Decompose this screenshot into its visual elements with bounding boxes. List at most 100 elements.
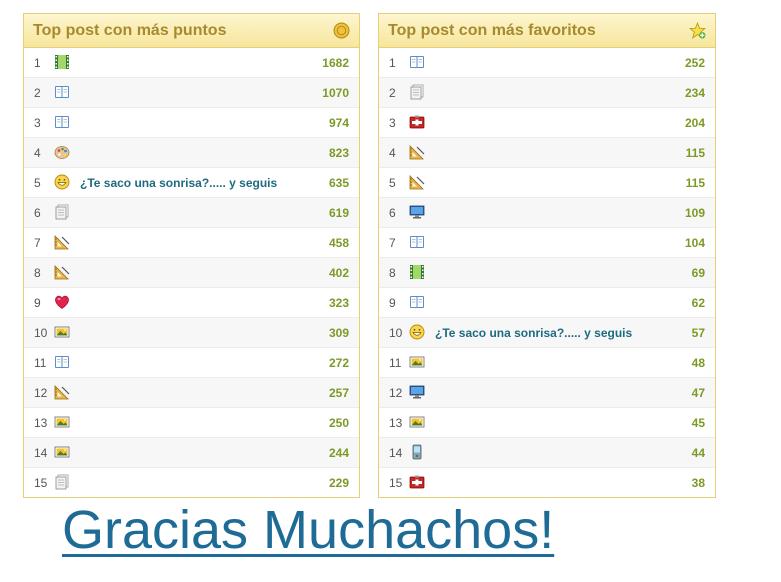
list-item[interactable]: 8 402 xyxy=(24,258,359,288)
score-value: 309 xyxy=(328,326,349,340)
ruler-icon xyxy=(54,265,70,280)
score-value: 823 xyxy=(328,146,349,160)
score-value: 204 xyxy=(684,116,705,130)
score-value: 458 xyxy=(328,236,349,250)
score-value: 57 xyxy=(691,326,705,340)
score-value: 974 xyxy=(328,116,349,130)
list-item[interactable]: 10 ¿Te saco una sonrisa?..... y seguis 57 xyxy=(379,318,715,348)
document-icon xyxy=(55,204,69,220)
list-item[interactable]: 1 1682 xyxy=(24,48,359,78)
ruler-icon xyxy=(409,145,425,160)
panel-title: Top post con más favoritos xyxy=(388,22,596,39)
score-value: 62 xyxy=(691,296,705,310)
list-item[interactable]: 10 309 xyxy=(24,318,359,348)
rank-number: 7 xyxy=(389,236,396,250)
list-item[interactable]: 11 272 xyxy=(24,348,359,378)
smiley-icon xyxy=(409,324,425,340)
post-title-link[interactable]: ¿Te saco una sonrisa?..... y seguis xyxy=(80,176,277,190)
list-item[interactable]: 8 69 xyxy=(379,258,715,288)
list-item[interactable]: 2 1070 xyxy=(24,78,359,108)
list-item[interactable]: 15 229 xyxy=(24,468,359,497)
score-value: 272 xyxy=(328,356,349,370)
list-item[interactable]: 5 115 xyxy=(379,168,715,198)
list-item[interactable]: 7 458 xyxy=(24,228,359,258)
ruler-icon xyxy=(409,175,425,190)
list-item[interactable]: 9 323 xyxy=(24,288,359,318)
list-item[interactable]: 12 47 xyxy=(379,378,715,408)
monitor-icon xyxy=(409,385,425,399)
picture-icon xyxy=(54,326,70,338)
score-value: 44 xyxy=(691,446,705,460)
document-icon xyxy=(55,474,69,490)
score-value: 1070 xyxy=(322,86,349,100)
rank-number: 2 xyxy=(34,86,41,100)
rank-number: 7 xyxy=(34,236,41,250)
coin-icon xyxy=(333,22,350,39)
list-item[interactable]: 3 204 xyxy=(379,108,715,138)
list-item[interactable]: 11 48 xyxy=(379,348,715,378)
picture-icon xyxy=(54,446,70,458)
score-value: 45 xyxy=(691,416,705,430)
score-value: 109 xyxy=(684,206,705,220)
rank-number: 4 xyxy=(34,146,41,160)
film-icon xyxy=(410,265,424,279)
rank-number: 1 xyxy=(389,56,396,70)
score-value: 402 xyxy=(328,266,349,280)
rank-number: 15 xyxy=(34,476,48,490)
list-item[interactable]: 1 252 xyxy=(379,48,715,78)
list-item[interactable]: 15 38 xyxy=(379,468,715,497)
list-item[interactable]: 3 974 xyxy=(24,108,359,138)
document-icon xyxy=(410,84,424,100)
list-item[interactable]: 12 257 xyxy=(24,378,359,408)
rank-number: 3 xyxy=(389,116,396,130)
book-icon xyxy=(55,356,69,368)
rank-number: 11 xyxy=(34,356,47,370)
rank-number: 4 xyxy=(389,146,396,160)
list-item[interactable]: 2 234 xyxy=(379,78,715,108)
rank-number: 5 xyxy=(389,176,396,190)
rank-number: 15 xyxy=(389,476,403,490)
list-item[interactable]: 4 823 xyxy=(24,138,359,168)
rank-number: 10 xyxy=(34,326,48,340)
top-points-panel: Top post con más puntos 1 1682 2 1070 3 974 4 8… xyxy=(23,13,360,498)
list-item[interactable]: 6 619 xyxy=(24,198,359,228)
score-value: 69 xyxy=(691,266,705,280)
panel-title: Top post con más puntos xyxy=(33,22,227,39)
list-item[interactable]: 13 250 xyxy=(24,408,359,438)
list-item[interactable]: 9 62 xyxy=(379,288,715,318)
picture-icon xyxy=(54,416,70,428)
score-value: 104 xyxy=(684,236,705,250)
rank-number: 10 xyxy=(389,326,403,340)
score-value: 48 xyxy=(691,356,705,370)
rank-number: 9 xyxy=(389,296,396,310)
list-item[interactable]: 6 109 xyxy=(379,198,715,228)
panel-header: Top post con más puntos xyxy=(24,14,359,48)
score-value: 252 xyxy=(684,56,705,70)
rank-number: 8 xyxy=(34,266,41,280)
ruler-icon xyxy=(54,235,70,250)
list-item[interactable]: 4 115 xyxy=(379,138,715,168)
list-item[interactable]: 7 104 xyxy=(379,228,715,258)
star-add-icon xyxy=(689,22,706,39)
first-aid-icon xyxy=(409,475,425,489)
rank-number: 6 xyxy=(389,206,396,220)
score-value: 38 xyxy=(691,476,705,490)
rank-number: 1 xyxy=(34,56,41,70)
book-icon xyxy=(410,236,424,248)
list-item[interactable]: 14 44 xyxy=(379,438,715,468)
list-item[interactable]: 5 ¿Te saco una sonrisa?..... y seguis 635 xyxy=(24,168,359,198)
score-value: 1682 xyxy=(322,56,349,70)
score-value: 257 xyxy=(328,386,349,400)
book-icon xyxy=(410,56,424,68)
score-value: 115 xyxy=(685,146,705,160)
post-title-link[interactable]: ¿Te saco una sonrisa?..... y seguis xyxy=(435,326,632,340)
list-item[interactable]: 13 45 xyxy=(379,408,715,438)
score-value: 244 xyxy=(328,446,349,460)
rank-number: 14 xyxy=(389,446,403,460)
book-icon xyxy=(410,296,424,308)
score-value: 47 xyxy=(691,386,705,400)
list-item[interactable]: 14 244 xyxy=(24,438,359,468)
book-icon xyxy=(55,116,69,128)
top-favorites-panel: Top post con más favoritos 1 252 2 234 3 204 4… xyxy=(378,13,716,498)
picture-icon xyxy=(409,416,425,428)
